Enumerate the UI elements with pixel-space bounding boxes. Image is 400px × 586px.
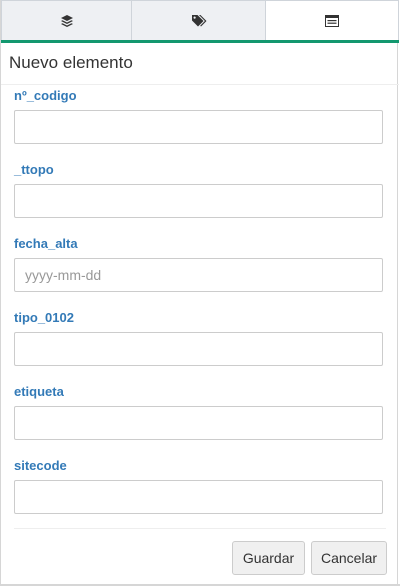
field-label-sitecode: sitecode: [14, 458, 67, 473]
new-element-panel: Nuevo elemento nº_codigo _ttopo fecha_al…: [0, 0, 399, 586]
tab-list[interactable]: [265, 0, 399, 40]
tags-icon: [191, 14, 207, 28]
footer-divider: [14, 528, 386, 529]
panel-title: Nuevo elemento: [9, 53, 133, 72]
tab-bar: [1, 0, 399, 42]
tipo-input[interactable]: [14, 332, 383, 366]
field-label-fecha-alta: fecha_alta: [14, 236, 78, 251]
panel-header: Nuevo elemento: [1, 43, 399, 85]
sitecode-input[interactable]: [14, 480, 383, 514]
tab-tags[interactable]: [131, 0, 266, 40]
cancel-button[interactable]: Cancelar: [311, 541, 387, 575]
etiqueta-input[interactable]: [14, 406, 383, 440]
field-label-ttopo: _ttopo: [14, 162, 54, 177]
tab-layers[interactable]: [1, 0, 132, 40]
field-label-tipo: tipo_0102: [14, 310, 74, 325]
fecha-alta-input[interactable]: [14, 258, 383, 292]
ttopo-input[interactable]: [14, 184, 383, 218]
list-icon: [325, 14, 339, 27]
field-label-etiqueta: etiqueta: [14, 384, 64, 399]
field-label-codigo: nº_codigo: [14, 88, 77, 103]
layers-icon: [60, 14, 74, 28]
save-button[interactable]: Guardar: [232, 541, 305, 575]
codigo-input[interactable]: [14, 110, 383, 144]
